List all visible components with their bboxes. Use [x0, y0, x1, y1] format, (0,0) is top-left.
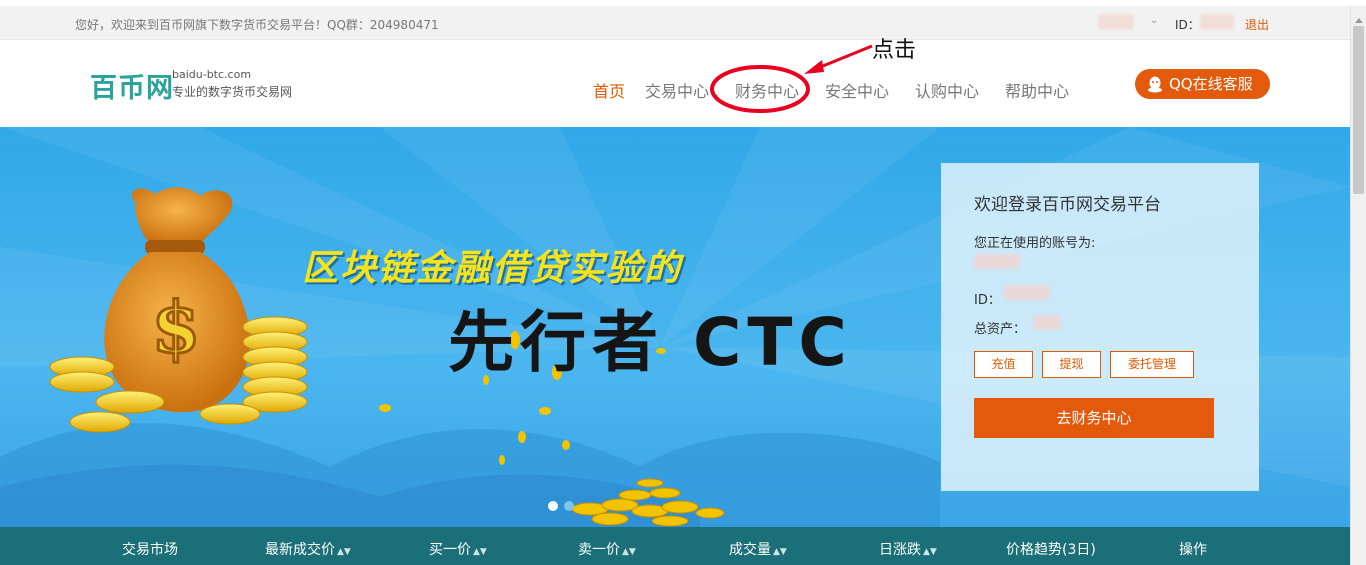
qq-icon [1148, 76, 1162, 93]
sort-icon: ▲▼ [622, 547, 636, 557]
logout-link[interactable]: 退出 [1245, 16, 1269, 33]
col-last-price[interactable]: 最新成交价 ▲▼ [265, 539, 351, 559]
sort-icon: ▲▼ [923, 547, 937, 557]
username-redacted[interactable] [1098, 14, 1134, 30]
sort-icon: ▲▼ [473, 547, 487, 557]
col-change-label: 日涨跌 [879, 542, 921, 558]
col-change[interactable]: 日涨跌 ▲▼ [879, 539, 937, 559]
account-panel: 欢迎登录百币网交易平台 您正在使用的账号为: ID： 总资产： 充值 提现 委托… [941, 163, 1259, 491]
nav-subscribe[interactable]: 认购中心 [915, 78, 979, 102]
nav-help[interactable]: 帮助中心 [1005, 78, 1069, 102]
logo-domain: baidu-btc.com [172, 68, 252, 81]
col-buy1-label: 买一价 [429, 542, 471, 558]
page-scrollbar[interactable] [1350, 6, 1366, 565]
carousel-dot-active[interactable] [548, 501, 558, 511]
col-sell1-label: 卖一价 [578, 542, 620, 558]
col-volume[interactable]: 成交量 ▲▼ [729, 539, 787, 559]
col-volume-label: 成交量 [729, 542, 771, 558]
col-last-price-label: 最新成交价 [265, 542, 335, 558]
chevron-down-icon[interactable]: ⌄ [1150, 15, 1158, 26]
withdraw-button[interactable]: 提现 [1042, 351, 1101, 378]
panel-id-label: ID： [974, 293, 1001, 308]
header: 百币网 baidu-btc.com 专业的数字货币交易网 首页 交易中心 ⌄ 财务… [0, 40, 1350, 127]
assets-label: 总资产： [974, 322, 1027, 337]
go-finance-button[interactable]: 去财务中心 [974, 398, 1214, 438]
sort-icon: ▲▼ [337, 547, 351, 557]
orders-button[interactable]: 委托管理 [1110, 351, 1194, 378]
qq-service-button[interactable]: QQ在线客服 [1135, 69, 1270, 99]
banner-subheadline: 先行者 CTC [448, 304, 853, 381]
sort-icon: ▲▼ [773, 547, 787, 557]
col-market: 交易市场 [122, 542, 178, 558]
page: 您好，欢迎来到百币网旗下数字货币交易平台！QQ群：204980471 ⌄ ID：… [0, 0, 1366, 565]
nav-home[interactable]: 首页 [593, 78, 625, 102]
scrollbar-thumb[interactable] [1353, 26, 1364, 194]
assets-value-redacted [1033, 315, 1061, 330]
panel-id-value-redacted [1004, 285, 1050, 300]
carousel-dot[interactable] [564, 501, 574, 511]
money-bag-illustration: $ [49, 187, 308, 433]
panel-title: 欢迎登录百币网交易平台 [974, 195, 1161, 215]
scroll-up-icon[interactable] [1355, 18, 1363, 23]
col-trend: 价格趋势(3日) [1006, 542, 1096, 558]
svg-text:$: $ [152, 286, 201, 369]
top-bar: 您好，欢迎来到百币网旗下数字货币交易平台！QQ群：204980471 ⌄ ID：… [0, 6, 1350, 40]
col-buy1[interactable]: 买一价 ▲▼ [429, 539, 487, 559]
carousel-dots [548, 496, 580, 515]
col-action: 操作 [1179, 542, 1207, 558]
welcome-text: 您好，欢迎来到百币网旗下数字货币交易平台！QQ群：204980471 [75, 18, 439, 32]
logo-slogan: 专业的数字货币交易网 [172, 85, 293, 99]
logo-mark: 百币网 [90, 73, 174, 104]
id-value-redacted [1200, 14, 1234, 30]
hero-banner[interactable]: $ 区块链金融借贷实验的 先行者 CTC 欢迎登录百币网交易平台 您正在使用的账… [0, 127, 1350, 527]
market-table-header: 交易市场 最新成交价 ▲▼ 买一价 ▲▼ 卖一价 ▲▼ 成交量 ▲▼ 日涨跌 ▲▼ 价格趋… [0, 527, 1350, 565]
id-label: ID： [1175, 18, 1200, 32]
recharge-button[interactable]: 充值 [974, 351, 1033, 378]
annotation-circle-arrow [710, 44, 873, 113]
account-label: 您正在使用的账号为: [974, 236, 1096, 251]
account-value-redacted [974, 254, 1020, 269]
col-sell1[interactable]: 卖一价 ▲▼ [578, 539, 636, 559]
banner-headline: 区块链金融借贷实验的 [302, 248, 683, 289]
qq-service-label: QQ在线客服 [1169, 75, 1253, 93]
